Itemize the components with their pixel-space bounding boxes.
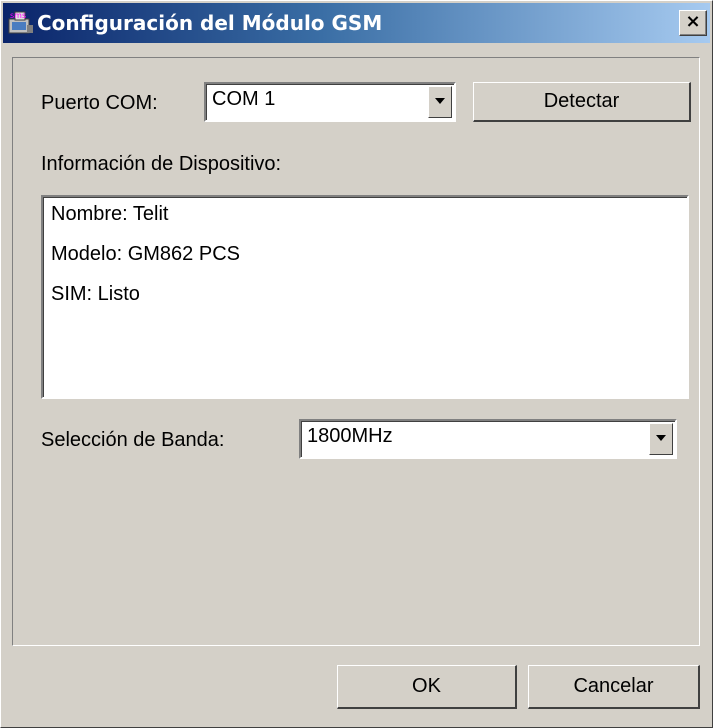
band-value: 1800MHz	[307, 425, 393, 447]
com-port-value: COM 1	[212, 88, 276, 110]
app-icon: sms	[7, 9, 35, 37]
window-title: Configuración del Módulo GSM	[37, 11, 383, 35]
close-icon: ×	[685, 11, 701, 32]
ok-button[interactable]: OK	[337, 665, 517, 709]
band-dropdown-button[interactable]	[649, 423, 673, 455]
detect-button[interactable]: Detectar	[473, 82, 691, 122]
cancel-button[interactable]: Cancelar	[528, 665, 700, 709]
com-port-label: Puerto COM:	[41, 92, 158, 114]
com-port-select[interactable]: COM 1	[204, 82, 456, 122]
device-name-line: Nombre: Telit	[51, 203, 169, 225]
device-info-label: Información de Dispositivo:	[41, 153, 282, 175]
chevron-down-icon	[435, 98, 445, 104]
chevron-down-icon	[656, 435, 666, 441]
device-model-line: Modelo: GM862 PCS	[51, 243, 240, 265]
band-selection-label: Selección de Banda:	[41, 429, 225, 451]
gsm-config-dialog: sms Configuración del Módulo GSM × Puert…	[0, 0, 713, 728]
band-select[interactable]: 1800MHz	[299, 419, 677, 459]
svg-text:sms: sms	[10, 11, 26, 20]
device-info-box: Nombre: Telit Modelo: GM862 PCS SIM: Lis…	[41, 195, 689, 399]
close-button[interactable]: ×	[679, 10, 707, 36]
device-sim-line: SIM: Listo	[51, 283, 140, 305]
title-bar[interactable]: sms Configuración del Módulo GSM ×	[3, 3, 710, 43]
com-port-dropdown-button[interactable]	[428, 86, 452, 118]
